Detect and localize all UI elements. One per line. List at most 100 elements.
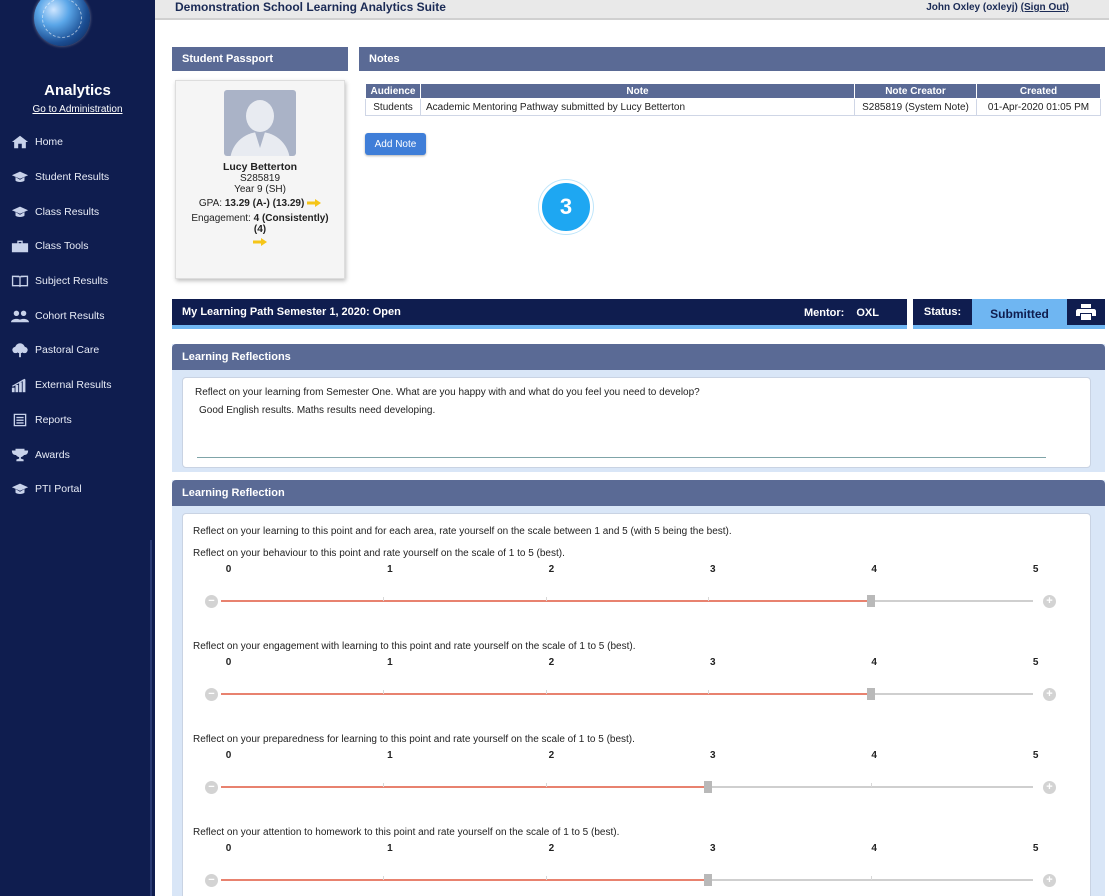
slider-fill xyxy=(221,786,709,788)
learning-reflection-section: Learning Reflection Reflect on your lear… xyxy=(172,480,1105,896)
slider-thumb[interactable] xyxy=(866,688,875,700)
rating-slider-block: Reflect on your behaviour to this point … xyxy=(193,548,1080,638)
rating-question: Reflect on your engagement with learning… xyxy=(193,641,636,652)
scale-label: 0 xyxy=(225,564,232,575)
scale-label: 4 xyxy=(871,564,877,575)
increase-icon[interactable]: + xyxy=(1043,688,1056,701)
rating-slider[interactable] xyxy=(221,595,1033,607)
user-info: John Oxley (oxleyj) (Sign Out) xyxy=(926,2,1069,13)
report-icon xyxy=(10,412,30,428)
scale-labels: 0 1 2 3 4 5 xyxy=(193,657,1080,671)
top-bar: Demonstration School Learning Analytics … xyxy=(155,0,1109,20)
audience-cell: Students xyxy=(365,98,421,116)
sidebar-nav: Home Student Results Class Results Class… xyxy=(0,125,155,507)
decrease-icon[interactable]: − xyxy=(205,874,218,887)
engagement-label: Engagement: xyxy=(191,213,251,224)
engagement-value: 4 (Consistently) (4) xyxy=(253,213,329,235)
arrow-right-icon[interactable] xyxy=(307,199,322,208)
scale-labels: 0 1 2 3 4 5 xyxy=(193,564,1080,578)
created-cell: 01-Apr-2020 01:05 PM xyxy=(976,98,1101,116)
slider-tick xyxy=(383,690,385,694)
sidebar-item-home[interactable]: Home xyxy=(0,125,155,160)
student-year: Year 9 (SH) xyxy=(234,184,286,195)
sidebar-item-pti-portal[interactable]: PTI Portal xyxy=(0,472,155,507)
rating-slider-block: Reflect on your preparedness for learnin… xyxy=(193,734,1080,824)
suite-title: Demonstration School Learning Analytics … xyxy=(175,0,446,14)
sidebar-item-cohort-results[interactable]: Cohort Results xyxy=(0,298,155,333)
scale-label: 5 xyxy=(1032,564,1039,575)
slider-tick xyxy=(383,597,385,601)
reflection-question: Reflect on your learning from Semester O… xyxy=(195,387,700,398)
sign-out-link[interactable]: (Sign Out) xyxy=(1021,2,1069,13)
reflection-answer[interactable]: Good English results. Maths results need… xyxy=(199,405,435,416)
note-cell: Academic Mentoring Pathway submitted by … xyxy=(420,98,855,116)
learning-path-bar: My Learning Path Semester 1, 2020: Open … xyxy=(172,299,1105,329)
decrease-icon[interactable]: − xyxy=(205,781,218,794)
graduation-cap-icon xyxy=(10,481,30,497)
graduation-cap-icon xyxy=(10,204,30,220)
toolbox-icon xyxy=(10,238,30,254)
print-button[interactable] xyxy=(1067,299,1105,329)
gpa-value: 13.29 (A-) (13.29) xyxy=(224,198,305,209)
printer-icon xyxy=(1076,304,1096,320)
slider-tick xyxy=(383,876,385,880)
decrease-icon[interactable]: − xyxy=(205,688,218,701)
scale-label: 3 xyxy=(710,657,716,668)
rating-slider[interactable] xyxy=(221,874,1033,886)
scale-labels: 0 1 2 3 4 5 xyxy=(193,750,1080,764)
book-icon xyxy=(10,273,30,289)
sidebar-item-class-tools[interactable]: Class Tools xyxy=(0,229,155,264)
bar-chart-icon xyxy=(10,377,30,393)
rating-intro: Reflect on your learning to this point a… xyxy=(193,526,732,537)
creator-cell: S285819 (System Note) xyxy=(854,98,977,116)
status-label: Status: xyxy=(913,299,972,329)
slider-thumb[interactable] xyxy=(866,595,875,607)
increase-icon[interactable]: + xyxy=(1043,781,1056,794)
decrease-icon[interactable]: − xyxy=(205,595,218,608)
gpa-label: GPA: xyxy=(198,198,223,209)
app-title: Analytics xyxy=(44,82,111,99)
slider-tick xyxy=(870,783,872,787)
student-passport-panel: Student Passport Lucy Betterton S285819 … xyxy=(172,47,348,287)
sidebar-item-label: Cohort Results xyxy=(35,309,105,322)
mentor-label: Mentor: xyxy=(804,307,845,319)
trophy-icon xyxy=(10,447,30,463)
slider-tick xyxy=(383,783,385,787)
sidebar-item-pastoral-care[interactable]: Pastoral Care xyxy=(0,333,155,368)
users-icon xyxy=(10,308,30,324)
sidebar-item-class-results[interactable]: Class Results xyxy=(0,194,155,229)
sidebar-item-awards[interactable]: Awards xyxy=(0,437,155,472)
status-badge: Submitted xyxy=(972,299,1067,329)
slider-thumb[interactable] xyxy=(704,781,713,793)
sidebar-item-label: Home xyxy=(35,136,64,149)
learning-path-title: My Learning Path Semester 1, 2020: Open xyxy=(172,299,907,329)
rating-question: Reflect on your preparedness for learnin… xyxy=(193,734,635,745)
scale-label: 1 xyxy=(387,750,393,761)
arrow-right-icon[interactable] xyxy=(253,238,267,247)
sidebar-item-label: External Results xyxy=(35,379,112,392)
scale-label: 2 xyxy=(548,657,555,668)
column-header: Created xyxy=(976,83,1101,99)
scale-label: 4 xyxy=(871,843,877,854)
learning-reflections-section: Learning Reflections Reflect on your lea… xyxy=(172,344,1105,472)
scale-label: 2 xyxy=(548,750,555,761)
sidebar-item-label: Pastoral Care xyxy=(35,344,100,357)
scale-label: 2 xyxy=(548,843,555,854)
add-note-button[interactable]: Add Note xyxy=(365,133,426,155)
sidebar-item-external-results[interactable]: External Results xyxy=(0,368,155,403)
go-to-administration-link[interactable]: Go to Administration xyxy=(0,104,155,115)
scale-label: 5 xyxy=(1032,843,1039,854)
increase-icon[interactable]: + xyxy=(1043,595,1056,608)
rating-slider[interactable] xyxy=(221,688,1033,700)
slider-thumb[interactable] xyxy=(704,874,713,886)
sidebar-item-subject-results[interactable]: Subject Results xyxy=(0,264,155,299)
rating-slider[interactable] xyxy=(221,781,1033,793)
notes-table: Audience Note Note Creator Created Stude… xyxy=(365,83,1101,116)
sidebar-item-student-results[interactable]: Student Results xyxy=(0,160,155,195)
gpa-line: GPA: 13.29 (A-) (13.29) xyxy=(176,198,344,209)
increase-icon[interactable]: + xyxy=(1043,874,1056,887)
scale-label: 4 xyxy=(871,750,877,761)
sidebar-item-reports[interactable]: Reports xyxy=(0,403,155,438)
slider-tick xyxy=(870,876,872,880)
slider-fill xyxy=(221,879,709,881)
